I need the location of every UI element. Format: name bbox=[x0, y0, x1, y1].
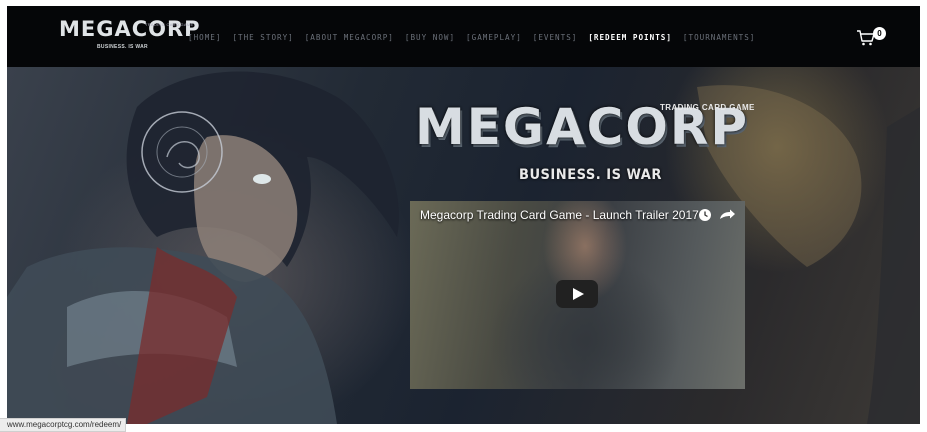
nav-item-redeem-points[interactable]: [REDEEM POINTS] bbox=[588, 31, 683, 45]
site-logo[interactable]: MEGACORP TRADING CARD GAME BUSINESS. IS … bbox=[59, 17, 200, 57]
main-nav: [HOME] [THE STORY] [ABOUT MEGACORP] [BUY… bbox=[188, 31, 766, 45]
video-embed[interactable]: Megacorp Trading Card Game - Launch Trai… bbox=[410, 201, 745, 389]
hero-banner: MEGACORP TRADING CARD GAME BUSINESS. IS … bbox=[7, 67, 920, 424]
nav-item-home[interactable]: [HOME] bbox=[188, 31, 232, 45]
cart-button[interactable]: 0 bbox=[856, 27, 886, 51]
logo-wordmark: MEGACORP bbox=[59, 17, 201, 41]
site-header: MEGACORP TRADING CARD GAME BUSINESS. IS … bbox=[7, 6, 920, 67]
hero-title-caption: TRADING CARD GAME bbox=[660, 103, 755, 112]
nav-item-gameplay[interactable]: [GAMEPLAY] bbox=[466, 31, 533, 45]
logo-caption: TRADING CARD GAME bbox=[145, 22, 194, 27]
cart-count-badge: 0 bbox=[873, 27, 886, 40]
browser-viewport: MEGACORP TRADING CARD GAME BUSINESS. IS … bbox=[7, 6, 920, 424]
nav-item-events[interactable]: [EVENTS] bbox=[533, 31, 589, 45]
video-title[interactable]: Megacorp Trading Card Game - Launch Trai… bbox=[420, 208, 699, 222]
nav-item-tournaments[interactable]: [TOURNAMENTS] bbox=[683, 31, 766, 45]
nav-item-the-story[interactable]: [THE STORY] bbox=[232, 31, 304, 45]
hero-tagline: BUSINESS. IS WAR bbox=[519, 167, 662, 183]
video-actions bbox=[698, 207, 736, 228]
play-icon[interactable] bbox=[556, 280, 598, 308]
share-icon[interactable] bbox=[720, 209, 735, 220]
clock-icon[interactable] bbox=[699, 209, 711, 221]
nav-item-buy-now[interactable]: [BUY NOW] bbox=[405, 31, 466, 45]
nav-item-about-megacorp[interactable]: [ABOUT MEGACORP] bbox=[305, 31, 405, 45]
logo-tagline: BUSINESS. IS WAR bbox=[97, 44, 148, 50]
